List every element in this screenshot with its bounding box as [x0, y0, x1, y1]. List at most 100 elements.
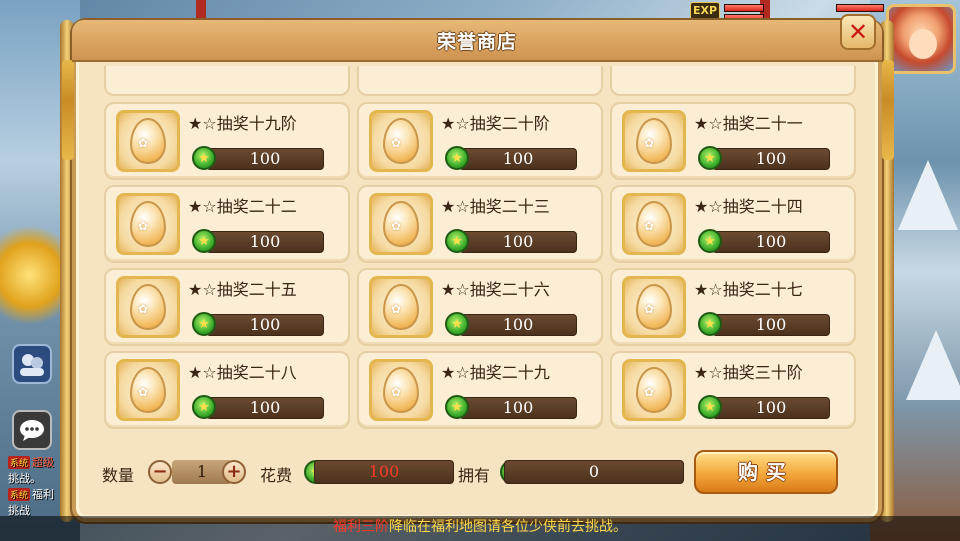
item-icon-frame — [622, 193, 686, 255]
friends-button[interactable] — [12, 344, 52, 384]
item-price: 100 — [459, 148, 577, 170]
scene-pillar — [196, 0, 206, 20]
shop-item-card[interactable]: ★☆抽奖二十一 100★ — [610, 102, 856, 180]
item-price: 100 — [712, 397, 830, 419]
honor-coin-icon: ★ — [192, 312, 216, 336]
item-name: ★☆抽奖二十八 — [188, 363, 297, 382]
hud-bar — [836, 4, 884, 12]
buy-button[interactable]: 购买 — [694, 450, 838, 494]
egg-icon — [130, 367, 166, 413]
item-name: ★☆抽奖二十五 — [188, 280, 297, 299]
chat-text: 挑战。 — [8, 472, 41, 485]
egg-icon — [383, 201, 419, 247]
title-bar: 荣誉商店 — [72, 20, 882, 62]
egg-icon — [383, 118, 419, 164]
item-name: ★☆抽奖二十六 — [441, 280, 550, 299]
item-icon-frame — [116, 193, 180, 255]
item-name: ★☆抽奖三十阶 — [694, 363, 803, 382]
player-avatar[interactable] — [886, 4, 956, 74]
shop-item-card[interactable]: ★☆抽奖二十八 100★ — [104, 351, 350, 429]
honor-coin-icon: ★ — [445, 312, 469, 336]
friends-icon — [20, 354, 44, 376]
quantity-decrement-button[interactable]: − — [148, 460, 172, 484]
item-price: 100 — [459, 397, 577, 419]
item-icon-frame — [622, 276, 686, 338]
close-button[interactable]: ✕ — [840, 14, 876, 50]
honor-coin-icon: ★ — [192, 229, 216, 253]
chat-tag: 系统 — [8, 488, 31, 501]
honor-coin-icon: ★ — [445, 395, 469, 419]
chat-text: 超级 — [32, 456, 55, 469]
shop-item-card[interactable]: ★☆抽奖二十三 100★ — [357, 185, 603, 263]
minus-icon: − — [152, 461, 168, 482]
shop-title: 荣誉商店 — [436, 30, 517, 53]
quantity-label: 数量 — [102, 466, 135, 485]
honor-coin-icon: ★ — [445, 146, 469, 170]
shop-item-card[interactable]: ★☆抽奖三十阶 100★ — [610, 351, 856, 429]
egg-icon — [130, 284, 166, 330]
item-price: 100 — [459, 314, 577, 336]
egg-icon — [130, 118, 166, 164]
item-price: 100 — [206, 231, 324, 253]
honor-coin-icon: ★ — [698, 229, 722, 253]
cost-label: 花费 — [260, 466, 293, 485]
egg-icon — [636, 367, 672, 413]
item-icon-frame — [369, 110, 433, 172]
item-price: 100 — [206, 148, 324, 170]
cost-value: 100 — [314, 460, 454, 484]
chat-tag: 系统 — [8, 456, 31, 469]
item-icon-frame — [116, 359, 180, 421]
shop-item-card[interactable]: ★☆抽奖十九阶 100★ — [104, 102, 350, 180]
hud-bar — [724, 4, 764, 12]
item-icon-frame — [369, 193, 433, 255]
shop-item-card[interactable]: ★☆抽奖二十六 100★ — [357, 268, 603, 346]
item-price: 100 — [712, 314, 830, 336]
shop-item-card[interactable]: ★☆抽奖二十七 100★ — [610, 268, 856, 346]
chat-text: 福利 — [32, 488, 55, 501]
broadcast-ticker: 福利三阶降临在福利地图请各位少侠前去挑战。 — [0, 516, 960, 541]
exp-badge: EXP — [690, 2, 720, 20]
avatar-face-icon — [909, 29, 937, 59]
item-card-partial[interactable] — [610, 66, 856, 96]
shop-item-card[interactable]: ★☆抽奖二十九 100★ — [357, 351, 603, 429]
snowy-tree-icon — [906, 330, 960, 400]
quantity-increment-button[interactable]: + — [222, 460, 246, 484]
ticker-message: 降临在福利地图请各位少侠前去挑战。 — [389, 519, 627, 535]
shop-item-card[interactable]: ★☆抽奖二十阶 100★ — [357, 102, 603, 180]
chat-button[interactable] — [12, 410, 52, 450]
honor-coin-icon: ★ — [698, 395, 722, 419]
egg-icon — [636, 118, 672, 164]
item-name: ★☆抽奖二十七 — [694, 280, 803, 299]
item-name: ★☆抽奖二十一 — [694, 114, 803, 133]
honor-coin-icon: ★ — [698, 146, 722, 170]
item-name: ★☆抽奖二十九 — [441, 363, 550, 382]
plus-icon: + — [226, 461, 242, 482]
owned-label: 拥有 — [458, 466, 491, 485]
tassel-icon — [62, 60, 74, 160]
owned-value: 0 — [504, 460, 684, 484]
snowy-tree-icon — [898, 160, 958, 230]
item-card-partial[interactable] — [357, 66, 603, 96]
shop-item-card[interactable]: ★☆抽奖二十四 100★ — [610, 185, 856, 263]
honor-coin-icon: ★ — [192, 395, 216, 419]
shop-item-card[interactable]: ★☆抽奖二十五 100★ — [104, 268, 350, 346]
item-name: ★☆抽奖十九阶 — [188, 114, 297, 133]
item-price: 100 — [712, 231, 830, 253]
item-price: 100 — [206, 314, 324, 336]
item-price: 100 — [206, 397, 324, 419]
item-icon-frame — [116, 110, 180, 172]
item-price: 100 — [712, 148, 830, 170]
item-grid[interactable]: ★☆抽奖十九阶100★★☆抽奖二十阶100★★☆抽奖二十一100★★☆抽奖二十二… — [92, 66, 862, 446]
item-card-partial[interactable] — [104, 66, 350, 96]
shop-item-card[interactable]: ★☆抽奖二十二 100★ — [104, 185, 350, 263]
item-icon-frame — [369, 359, 433, 421]
ticker-prefix: 福利三阶 — [333, 519, 389, 535]
item-icon-frame — [116, 276, 180, 338]
item-price: 100 — [459, 231, 577, 253]
egg-icon — [636, 284, 672, 330]
egg-icon — [383, 284, 419, 330]
item-name: ★☆抽奖二十四 — [694, 197, 803, 216]
item-name: ★☆抽奖二十阶 — [441, 114, 550, 133]
egg-icon — [130, 201, 166, 247]
previous-row-partial — [92, 66, 862, 96]
